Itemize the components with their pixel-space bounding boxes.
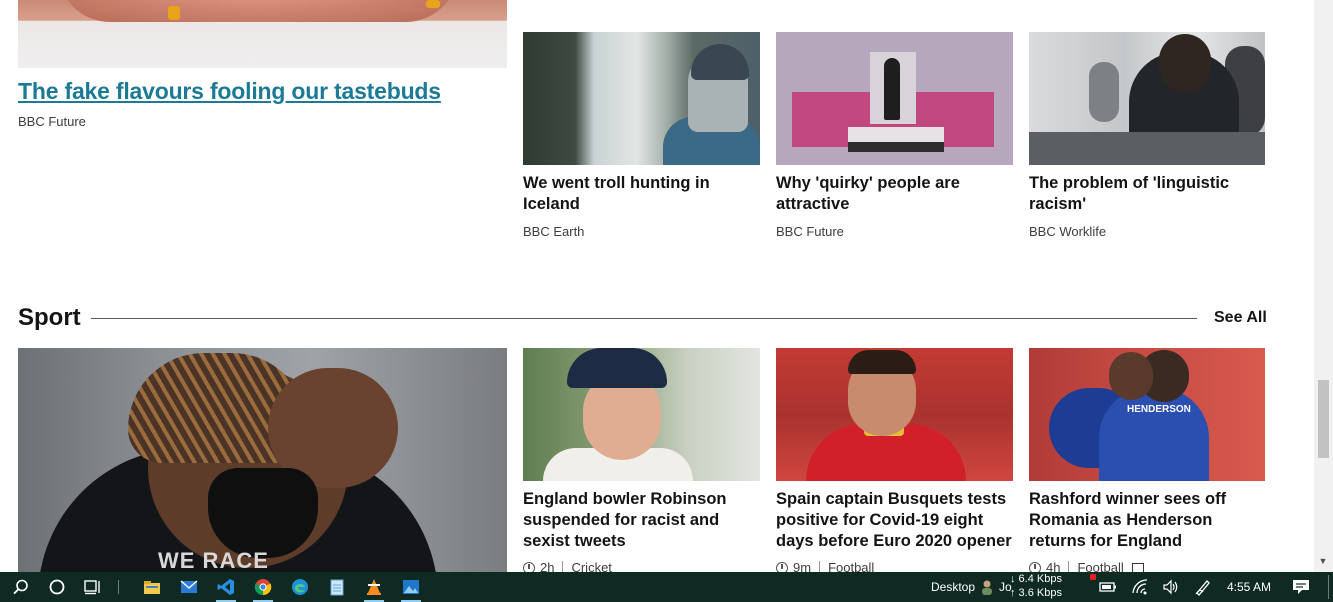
sport-lead-image[interactable]: WE RACE bbox=[18, 348, 507, 572]
card-image-robinson[interactable] bbox=[523, 348, 760, 481]
show-desktop-button[interactable] bbox=[1328, 575, 1329, 599]
photos-icon[interactable] bbox=[399, 575, 423, 602]
scrollbar-thumb[interactable] bbox=[1318, 380, 1329, 458]
cortana-icon[interactable] bbox=[45, 575, 69, 599]
notification-center-icon[interactable] bbox=[1289, 575, 1313, 599]
see-all-link[interactable]: See All bbox=[1214, 309, 1267, 327]
task-view-icon[interactable] bbox=[81, 575, 105, 599]
card-image-iceland[interactable] bbox=[523, 32, 760, 165]
section-divider bbox=[91, 318, 1197, 319]
system-clock[interactable]: 4:55 AM bbox=[1227, 580, 1271, 594]
top-story-headline[interactable]: The fake flavours fooling our tastebuds bbox=[18, 78, 441, 105]
card-title-racism[interactable]: The problem of 'linguistic racism' bbox=[1029, 173, 1266, 215]
card-title-busquets[interactable]: Spain captain Busquets tests positive fo… bbox=[776, 489, 1013, 552]
lead-image-text: WE RACE bbox=[158, 548, 269, 572]
battery-icon[interactable] bbox=[1096, 575, 1120, 599]
network-upload-speed: ↑ 3.6 Kbps bbox=[1010, 587, 1062, 599]
notepad-icon[interactable] bbox=[325, 575, 349, 599]
user-icon[interactable] bbox=[980, 575, 994, 599]
comments-icon[interactable] bbox=[1131, 562, 1144, 573]
mail-icon[interactable] bbox=[177, 575, 201, 599]
pen-workspace-icon[interactable] bbox=[1191, 575, 1215, 599]
card-image-busquets[interactable] bbox=[776, 348, 1013, 481]
card-image-rashford[interactable]: HENDERSON bbox=[1029, 348, 1265, 481]
card-title-quirky[interactable]: Why 'quirky' people are attractive bbox=[776, 173, 1013, 215]
card-title-rashford[interactable]: Rashford winner sees off Romania as Hend… bbox=[1029, 489, 1266, 552]
desktop-toolbar-label[interactable]: Desktop bbox=[931, 580, 975, 594]
top-story-source[interactable]: BBC Future bbox=[18, 114, 86, 129]
card-source-iceland[interactable]: BBC Earth bbox=[523, 224, 584, 239]
vlc-icon[interactable] bbox=[362, 575, 386, 602]
card-source-quirky[interactable]: BBC Future bbox=[776, 224, 844, 239]
card-title-iceland[interactable]: We went troll hunting in Iceland bbox=[523, 173, 760, 215]
scroll-down-arrow-icon[interactable]: ▼ bbox=[1316, 556, 1330, 570]
taskbar-divider bbox=[118, 580, 119, 594]
top-story-image[interactable] bbox=[18, 0, 507, 68]
card-source-racism[interactable]: BBC Worklife bbox=[1029, 224, 1106, 239]
network-download-speed: ↓ 6.4 Kbps bbox=[1010, 573, 1062, 585]
edge-icon[interactable] bbox=[288, 575, 312, 599]
search-icon[interactable] bbox=[9, 575, 33, 599]
card-image-quirky[interactable] bbox=[776, 32, 1013, 165]
volume-icon[interactable] bbox=[1159, 575, 1183, 599]
page-scrollbar[interactable] bbox=[1314, 0, 1333, 572]
vscode-icon[interactable] bbox=[214, 575, 238, 602]
file-explorer-icon[interactable] bbox=[140, 575, 164, 599]
chrome-icon[interactable] bbox=[251, 575, 275, 602]
shirt-name-text: HENDERSON bbox=[1127, 404, 1191, 415]
card-image-racism[interactable] bbox=[1029, 32, 1265, 165]
sport-section-title: Sport bbox=[18, 304, 81, 331]
wifi-icon[interactable] bbox=[1128, 575, 1152, 599]
card-title-robinson[interactable]: England bowler Robinson suspended for ra… bbox=[523, 489, 760, 552]
